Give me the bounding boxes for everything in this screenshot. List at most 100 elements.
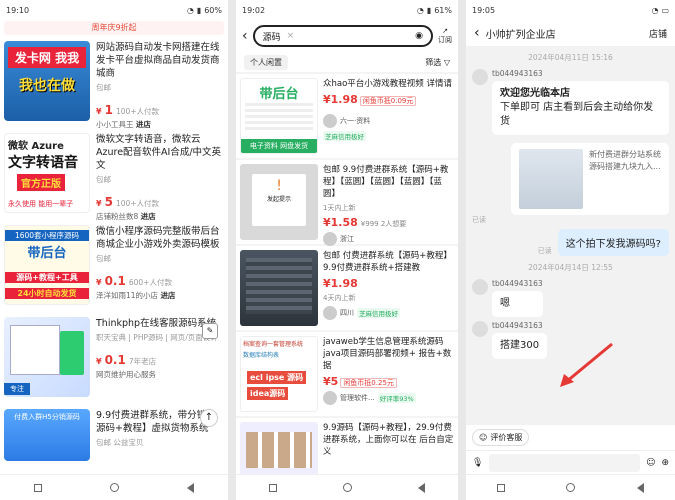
tab-personal-idle[interactable]: 个人闲置	[244, 54, 288, 70]
product-thumbnail: 带后台 电子资料 网盘发货	[240, 78, 318, 154]
product-thumbnail: ! 发起提示	[240, 164, 318, 240]
subscribe-button[interactable]: ↗ 订阅	[438, 27, 452, 45]
home-icon[interactable]	[566, 483, 576, 492]
enter-store-link[interactable]: 进店	[141, 212, 156, 221]
enter-store-link[interactable]: 进店	[136, 120, 151, 129]
avatar	[323, 391, 337, 405]
recent-apps-icon[interactable]	[34, 483, 42, 492]
product-thumbnail: 付费入群H5分销源码	[4, 409, 90, 461]
clear-icon[interactable]: ×	[287, 31, 295, 41]
product-thumbnail	[240, 250, 318, 326]
message-row: tb044943163 欢迎您光临本店 下单即可 店主看到后会主动给你发货	[466, 69, 675, 135]
product-thumbnail: 发卡网 我我 我也在做	[4, 41, 90, 121]
voice-icon[interactable]: 🎙	[472, 458, 483, 468]
bag-icon[interactable]: ⊕	[661, 458, 669, 468]
list-item[interactable]: 发卡网 我我 我也在做 网站源码自动发卡网搭建在线发卡平台虚拟商品自动发货商城商…	[0, 39, 228, 131]
product-title: 包邮 9.9付费进群系统【源码+教程】【蓝圆】【蓝圆】【蓝圆】【蓝圆】	[323, 165, 449, 199]
product-title: 微信小程序源码完整版带后台商城企业小游戏外卖源码模板	[96, 226, 220, 250]
wifi-icon: ◔	[416, 5, 424, 15]
list-item[interactable]: 1600套小程序源码 带后台 源码+教程+工具 24小时自动发货 微信小程序源码…	[0, 223, 228, 315]
message-row: 新付费进群分站系统 源码搭建九块九入...	[466, 139, 675, 215]
system-nav-bar	[466, 474, 675, 500]
product-thumbnail: 1600套小程序源码 带后台 源码+教程+工具 24小时自动发货	[4, 225, 90, 305]
edit-icon[interactable]: ✎	[202, 323, 218, 339]
product-title: 包邮 付费进群系统【源码+教程】9.9付费进群系统+搭建教	[323, 251, 452, 273]
avatar	[323, 232, 337, 246]
status-time: 19:10	[6, 5, 30, 15]
avatar	[472, 321, 488, 337]
battery-icon: ▭	[661, 5, 669, 15]
price: 1	[104, 103, 113, 117]
emoji-icon[interactable]: ☺	[646, 458, 655, 468]
home-icon[interactable]	[110, 483, 119, 492]
back-icon[interactable]	[187, 482, 194, 493]
message-bubble: 这个拍下发我源码吗?	[557, 229, 669, 256]
product-title: 众hao平台小游戏教程视频 详情请	[323, 79, 452, 89]
price: 1.98	[330, 277, 358, 290]
price: 5	[104, 195, 113, 209]
search-input[interactable]: 源码 × ◉	[252, 25, 433, 47]
phone-screen-chat: 19:05 ◔ ▭ ‹ 小帅扩列企业店 店铺 2024年04月11日 15:16 …	[466, 0, 675, 500]
phone-screen-taobao-results: 19:10 ◔ ▮ 60% 周年庆9折起 发卡网 我我 我也在做 网站源码自动发卡网…	[0, 0, 228, 500]
price: 0.1	[104, 353, 126, 367]
back-icon[interactable]	[418, 482, 425, 493]
phone-screen-xianyu-search: 19:02 ◔ ▮ 61% ‹ 源码 × ◉ ↗ 订阅 个人闲置 筛选 ▽ 带后台 电…	[236, 0, 458, 500]
wifi-icon: ◔	[186, 5, 194, 15]
message-row: tb044943163 嗯	[466, 279, 675, 317]
status-bar: 19:05 ◔ ▭	[466, 0, 675, 20]
status-bar: 19:02 ◔ ▮ 61%	[236, 0, 458, 20]
filter-tabs: 个人闲置 筛选 ▽	[236, 52, 458, 72]
back-to-top-icon[interactable]: ↑	[200, 409, 218, 427]
product-title: 微软文字转语音，微软云Azure配音软件AI合成/中文英文	[96, 134, 222, 171]
back-icon[interactable]	[637, 482, 645, 493]
product-thumbnail	[240, 422, 318, 476]
enter-store-link[interactable]: 进店	[160, 291, 175, 300]
smile-icon: ☺	[479, 433, 488, 442]
list-item[interactable]: 微软 Azure 文字转语音 官方正版 永久使用 能用一辈子 微软文字转语音，微…	[0, 131, 228, 223]
avatar	[323, 114, 337, 128]
list-item[interactable]: 档案查询一套管理系统 数据库结构表 ecl ipse 源码 idea源码 jav…	[236, 332, 458, 416]
product-card[interactable]: 新付费进群分站系统 源码搭建九块九入...	[511, 143, 669, 215]
avatar	[472, 69, 488, 85]
chat-date: 2024年04月14日 12:55	[528, 263, 613, 272]
search-bar: ‹ 源码 × ◉ ↗ 订阅	[236, 20, 458, 52]
list-item[interactable]: 带后台 电子资料 网盘发货 众hao平台小游戏教程视频 详情请 ¥1.98 闲鱼币…	[236, 74, 458, 158]
list-item[interactable]: 付费入群H5分销源码 9.9付费进群系统，带分销，源码+教程】虚拟货物系统 包邮…	[0, 407, 228, 467]
promo-banner[interactable]: 周年庆9折起	[4, 21, 224, 35]
signal-icon: ▮	[196, 5, 202, 15]
filter-button[interactable]: 筛选 ▽	[425, 57, 450, 68]
battery-level: 60%	[204, 5, 222, 15]
product-title: 9.9源码【源码+教程】，29.9付费进群系统，上面你可以在 后台自定义	[323, 423, 454, 457]
product-title: 网站源码自动发卡网搭建在线发卡平台虚拟商品自动发货商城商	[96, 42, 220, 79]
list-item[interactable]: 9.9源码【源码+教程】，29.9付费进群系统，上面你可以在 后台自定义	[236, 418, 458, 478]
signal-icon: ▮	[426, 5, 432, 15]
wifi-icon: ◔	[651, 5, 659, 15]
product-thumbnail: 档案查询一套管理系统 数据库结构表 ecl ipse 源码 idea源码	[240, 336, 318, 412]
home-icon[interactable]	[343, 483, 352, 492]
message-bubble: 嗯	[492, 291, 543, 317]
back-arrow-icon[interactable]: ‹	[474, 25, 480, 41]
message-row: 已读 这个拍下发我源码吗?	[466, 229, 675, 256]
avatar	[323, 306, 337, 320]
system-nav-bar	[0, 474, 228, 500]
page-title: 小帅扩列企业店	[485, 29, 556, 41]
camera-icon[interactable]: ◉	[415, 31, 423, 41]
recent-apps-icon[interactable]	[496, 483, 505, 492]
price: 0.1	[104, 274, 126, 288]
price: 1.98	[330, 93, 358, 106]
rate-service-button[interactable]: ☺ 评价客服	[472, 429, 530, 446]
message-input[interactable]	[489, 453, 641, 472]
filter-icon: ▽	[443, 57, 450, 67]
product-title: Thinkphp在线客服源码系统	[96, 318, 217, 329]
list-item[interactable]: 包邮 付费进群系统【源码+教程】9.9付费进群系统+搭建教 ¥1.98 4天内上…	[236, 246, 458, 330]
message-bubble: 欢迎您光临本店 下单即可 店主看到后会主动给你发货	[492, 81, 669, 135]
chat-date: 2024年04月11日 15:16	[528, 53, 613, 62]
list-item[interactable]: ! 发起提示 包邮 9.9付费进群系统【源码+教程】【蓝圆】【蓝圆】【蓝圆】【蓝…	[236, 160, 458, 246]
chat-header: ‹ 小帅扩列企业店 店铺	[466, 20, 675, 46]
list-item[interactable]: 专注 Thinkphp在线客服源码系统 职天宝典 | PHP源码 | 网页/页面…	[0, 315, 228, 407]
shop-button[interactable]: 店铺	[649, 27, 667, 40]
message-bubble: 搭建300	[492, 333, 548, 359]
recent-apps-icon[interactable]	[269, 483, 277, 492]
back-arrow-icon[interactable]: ‹	[242, 28, 248, 44]
chat-input-area: ☺ 评价客服 🎙 ☺ ⊕	[466, 425, 675, 474]
